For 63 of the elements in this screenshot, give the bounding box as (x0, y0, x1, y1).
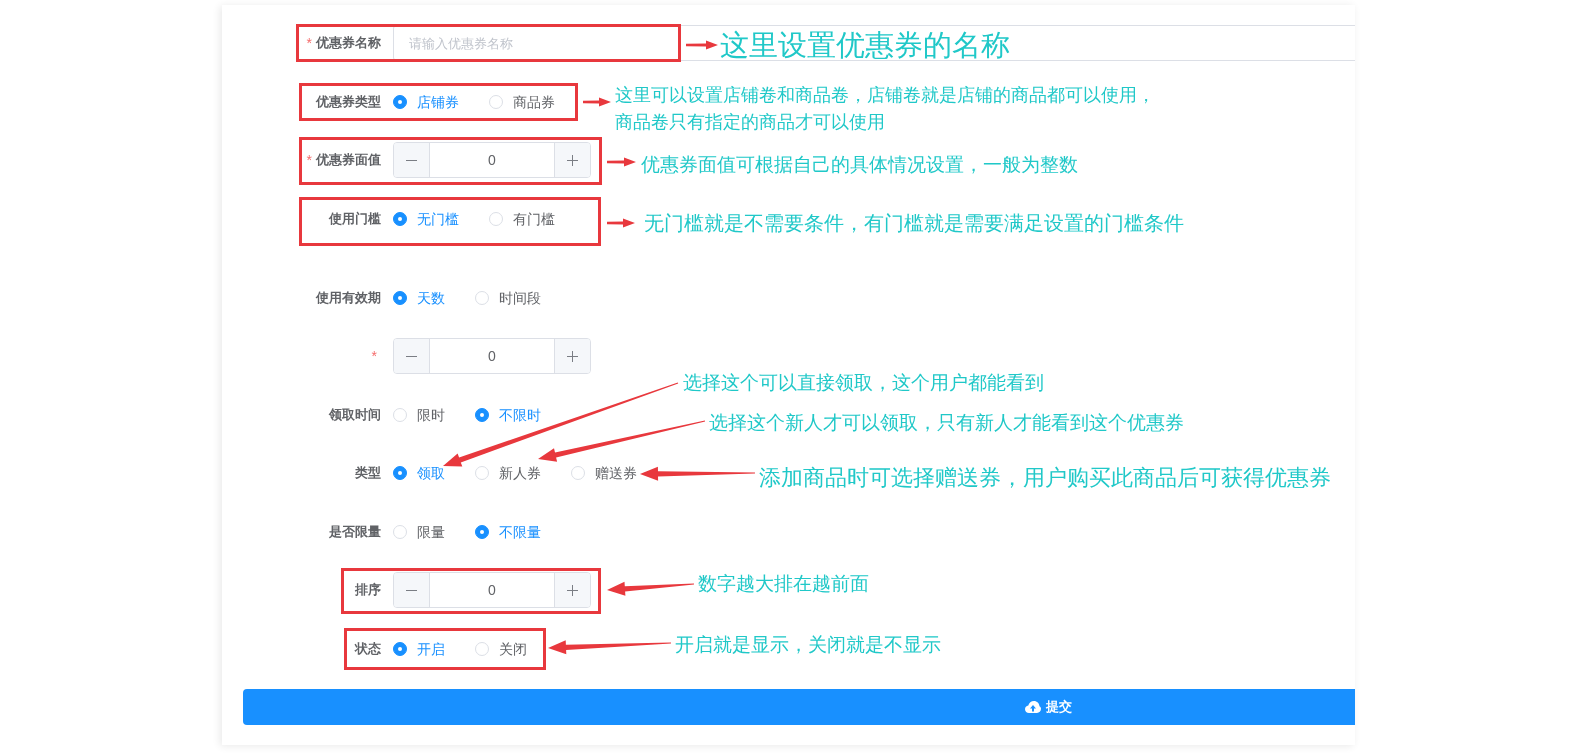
minus-icon (406, 589, 417, 591)
required-mark: * (371, 348, 377, 364)
required-mark: * (306, 35, 312, 51)
required-mark: * (306, 152, 312, 168)
radio-label[interactable]: 无门槛 (417, 210, 459, 227)
increment-button[interactable] (554, 339, 590, 373)
radio-button[interactable] (393, 211, 407, 226)
radio-button[interactable] (475, 524, 489, 539)
decrement-button[interactable] (394, 339, 430, 373)
pointer-arrow (686, 40, 718, 50)
plus-icon (567, 350, 578, 362)
pointer-arrow (607, 157, 636, 167)
radio-button[interactable] (393, 290, 407, 305)
field-label: 类型 (355, 465, 381, 481)
radio-label[interactable]: 赠送券 (595, 465, 637, 481)
radio-label[interactable]: 有门槛 (513, 210, 555, 227)
field-label: 状态 (355, 640, 381, 657)
plus-icon (567, 584, 578, 596)
field-label: 领取时间 (329, 406, 381, 423)
decrement-button[interactable] (394, 143, 430, 177)
field-label: 使用有效期 (316, 289, 381, 306)
annotation-text: 选择这个可以直接领取，这个用户都能看到 (683, 371, 1044, 395)
radio-label[interactable]: 不限量 (499, 523, 541, 540)
plus-icon (567, 154, 578, 166)
radio-label[interactable]: 商品券 (513, 93, 555, 110)
minus-icon (406, 355, 417, 357)
field-label: 是否限量 (329, 523, 381, 540)
annotation-text: 开启就是显示，关闭就是不显示 (675, 633, 941, 657)
annotation-text: 添加商品时可选择赠送券，用户购买此商品后可获得优惠券 (759, 464, 1331, 492)
radio-button[interactable] (393, 94, 407, 109)
radio-label[interactable]: 限量 (417, 523, 445, 540)
radio-label[interactable]: 领取 (417, 465, 445, 481)
field-label: 优惠券面值 (316, 152, 381, 168)
annotation-text: 这里可以设置店铺卷和商品卷，店铺卷就是店铺的商品都可以使用， 商品卷只有指定的商品才可以使用 (615, 82, 1155, 134)
number-input[interactable]: 0 (393, 142, 591, 178)
radio-label[interactable]: 限时 (417, 406, 445, 423)
cloud-upload-icon (1024, 701, 1041, 713)
radio-label[interactable]: 天数 (417, 289, 445, 306)
pointer-arrow (583, 97, 611, 107)
annotation-text: 选择这个新人才可以领取，只有新人才能看到这个优惠券 (709, 411, 1184, 435)
radio-button[interactable] (475, 407, 489, 422)
annotation-text: 这里设置优惠券的名称 (720, 28, 1010, 62)
annotation-text: 优惠券面值可根据自己的具体情况设置，一般为整数 (641, 153, 1078, 177)
radio-label[interactable]: 关闭 (499, 640, 527, 657)
number-input[interactable]: 0 (393, 338, 591, 374)
field-label: 排序 (355, 582, 381, 598)
radio-label[interactable]: 开启 (417, 640, 445, 657)
radio-label[interactable]: 新人券 (499, 465, 541, 481)
increment-button[interactable] (554, 573, 590, 607)
radio-button[interactable] (393, 641, 407, 656)
field-label: 优惠券类型 (316, 93, 381, 110)
pointer-arrow (607, 218, 635, 228)
radio-label[interactable]: 店铺券 (417, 93, 459, 110)
number-input[interactable]: 0 (393, 572, 591, 608)
increment-button[interactable] (554, 143, 590, 177)
radio-button[interactable] (393, 466, 407, 480)
radio-label[interactable]: 时间段 (499, 289, 541, 306)
minus-icon (406, 159, 417, 161)
field-label: 使用门槛 (329, 210, 381, 227)
annotation-text: 数字越大排在越前面 (698, 572, 869, 596)
decrement-button[interactable] (394, 573, 430, 607)
annotation-text: 无门槛就是不需要条件，有门槛就是需要满足设置的门槛条件 (644, 211, 1184, 236)
field-label: 优惠券名称 (316, 35, 381, 51)
